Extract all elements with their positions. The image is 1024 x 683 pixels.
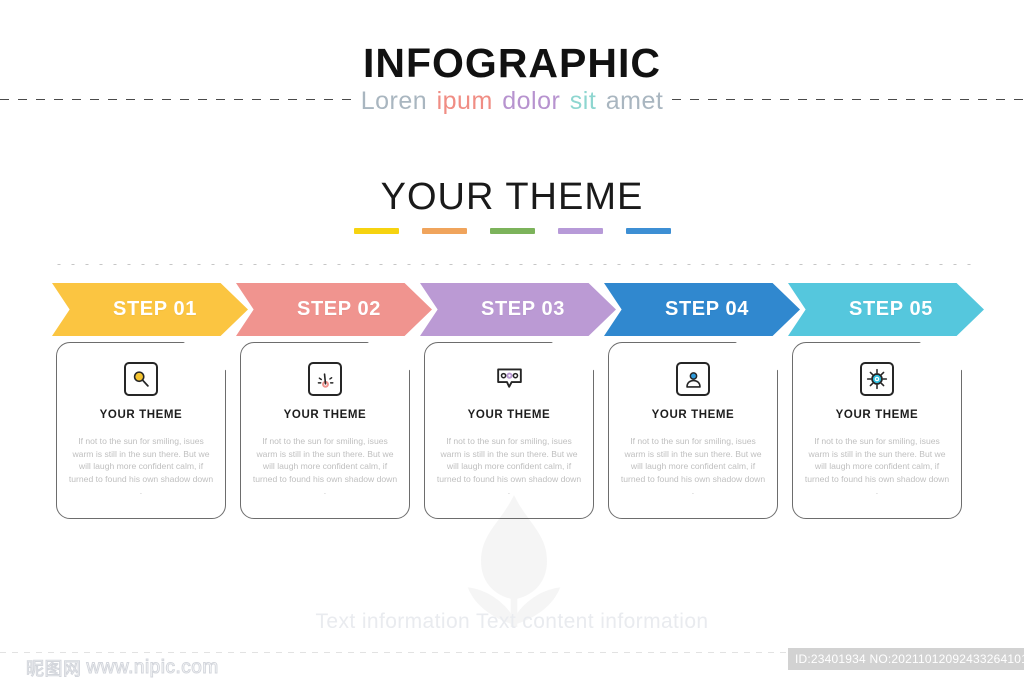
header: INFOGRAPHIC Loren ipum dolor sit amet (0, 0, 1024, 135)
step-4[interactable]: STEP 04 YOUR THEME If not to the sun for s… (604, 283, 800, 519)
step-arrow-label: STEP 05 (849, 298, 933, 320)
step-card-body: If not to the sun for smiling, isues war… (252, 436, 398, 497)
subtitle-word-4: amet (605, 87, 664, 115)
theme-bar-3 (489, 228, 535, 234)
theme-color-bars (0, 228, 1024, 234)
step-card-label: YOUR THEME (651, 409, 735, 421)
step-card-label: YOUR THEME (283, 409, 367, 421)
gauge-icon (308, 362, 342, 396)
step-card-inner: YOUR THEME If not to the sun for smiling,… (793, 343, 961, 518)
step-arrow-2[interactable]: STEP 02 (236, 283, 432, 336)
step-card-2[interactable]: YOUR THEME If not to the sun for smiling,… (240, 342, 410, 519)
step-card-label: YOUR THEME (99, 409, 183, 421)
page-subtitle: Loren ipum dolor sit amet (0, 87, 1024, 116)
step-arrow-label: STEP 01 (113, 298, 197, 320)
step-card-label: YOUR THEME (467, 409, 551, 421)
magnifier-icon (124, 362, 158, 396)
subtitle-word-2: dolor (502, 87, 568, 115)
step-arrow-label: STEP 02 (297, 298, 381, 320)
step-card-body: If not to the sun for smiling, isues war… (620, 436, 766, 497)
step-card-body: If not to the sun for smiling, isues war… (436, 436, 582, 497)
step-arrow-4[interactable]: STEP 04 (604, 283, 800, 336)
bottom-placeholder-text: Text information Text content informatio… (315, 610, 709, 633)
step-arrow-3[interactable]: STEP 03 (420, 283, 616, 336)
step-arrow-1[interactable]: STEP 01 (52, 283, 248, 336)
step-card-body: If not to the sun for smiling, isues war… (68, 436, 214, 497)
step-card-1[interactable]: YOUR THEME If not to the sun for smiling,… (56, 342, 226, 519)
user-icon (676, 362, 710, 396)
step-card-inner: YOUR THEME If not to the sun for smiling,… (241, 343, 409, 518)
subtitle-word-1: ipum (436, 87, 501, 115)
theme-bar-5 (625, 228, 671, 234)
brand-cn-label: 昵图网 (26, 659, 82, 681)
subtitle-word-3: sit (569, 87, 604, 115)
theme-bar-4 (557, 228, 603, 234)
dotted-rail (52, 262, 972, 267)
leaf-watermark (467, 495, 561, 627)
step-card-body: If not to the sun for smiling, isues war… (804, 436, 950, 497)
step-card-4[interactable]: YOUR THEME If not to the sun for smiling,… (608, 342, 778, 519)
site-brand: 昵图网 www.nipic.com (26, 655, 219, 681)
step-3[interactable]: STEP 03 YOUR THEME If not to the sun for s… (420, 283, 616, 519)
steps-container: STEP 01 YOUR THEME If not to the sun for s… (0, 283, 1024, 523)
page-title: INFOGRAPHIC (363, 40, 661, 86)
brand-url-label: www.nipic.com (86, 657, 219, 679)
sun-gear-icon (860, 362, 894, 396)
theme-heading: YOUR THEME (380, 176, 644, 218)
step-2[interactable]: STEP 02 YOUR THEME If not to the sun for s… (236, 283, 432, 519)
step-arrow-5[interactable]: STEP 05 (788, 283, 984, 336)
subtitle-word-0: Loren (360, 87, 435, 115)
step-1[interactable]: STEP 01 YOUR THEME If not to the sun for s… (52, 283, 248, 519)
image-id-tag: ID:23401934 NO:20211012092433264101 (788, 648, 1024, 670)
step-card-label: YOUR THEME (835, 409, 919, 421)
theme-bar-1 (353, 228, 399, 234)
speech-bubble-icon (492, 362, 526, 396)
step-card-3[interactable]: YOUR THEME If not to the sun for smiling,… (424, 342, 594, 519)
step-arrow-label: STEP 03 (481, 298, 565, 320)
step-arrow-label: STEP 04 (665, 298, 749, 320)
step-card-inner: YOUR THEME If not to the sun for smiling,… (57, 343, 225, 518)
step-card-inner: YOUR THEME If not to the sun for smiling,… (425, 343, 593, 518)
step-card-inner: YOUR THEME If not to the sun for smiling,… (609, 343, 777, 518)
step-5[interactable]: STEP 05 YOUR THEME If not to the sun for s… (788, 283, 984, 519)
step-card-5[interactable]: YOUR THEME If not to the sun for smiling,… (792, 342, 962, 519)
theme-bar-2 (421, 228, 467, 234)
